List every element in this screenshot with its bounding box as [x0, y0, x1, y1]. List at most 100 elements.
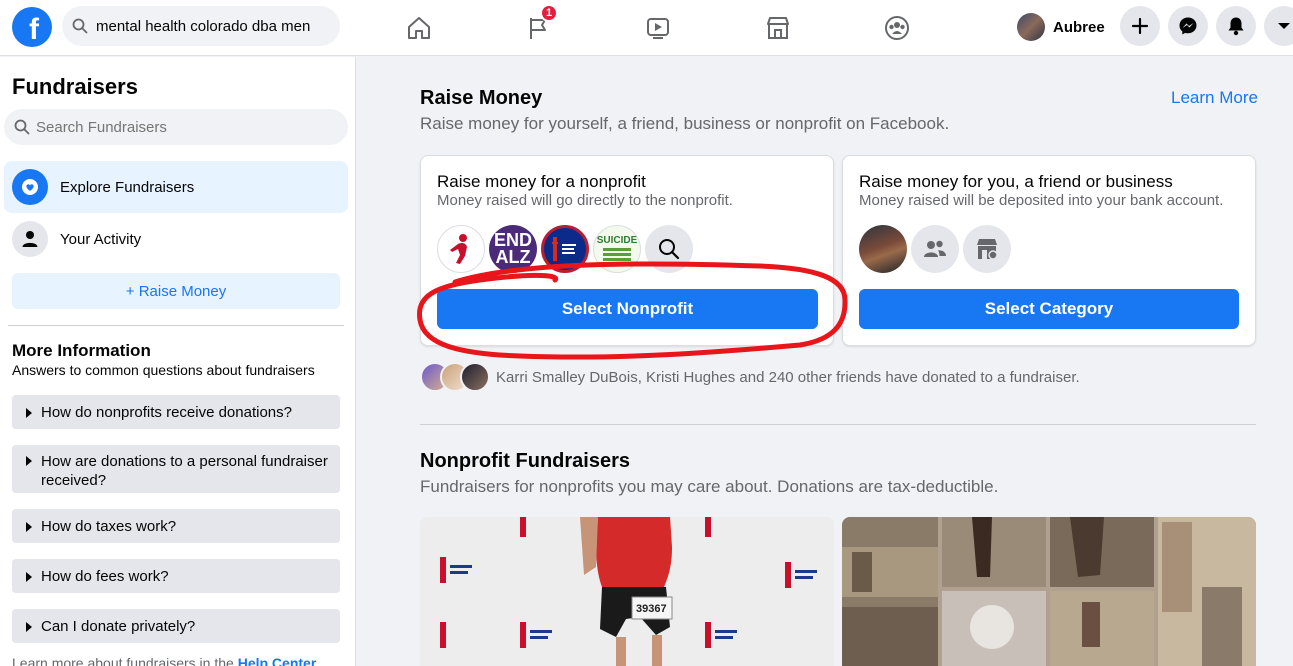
messenger-button[interactable] [1168, 6, 1208, 46]
notifications-button[interactable] [1216, 6, 1256, 46]
nonprofit-logo-row: END ALZ SUICIDE [437, 225, 697, 273]
home-nav-button[interactable] [399, 8, 439, 48]
global-search-box[interactable] [62, 6, 340, 46]
sidebar-title: Fundraisers [12, 74, 138, 99]
explore-fundraisers-icon-wrap [12, 169, 48, 205]
category-icon-row [859, 225, 1015, 273]
search-icon [14, 119, 30, 135]
avatar [1017, 13, 1045, 41]
personal-fundraiser-card: Raise money for you, a friend or busines… [842, 155, 1256, 346]
caret-right-icon [26, 572, 32, 582]
facebook-logo[interactable]: f [12, 7, 52, 47]
more-information-subtitle: Answers to common questions about fundra… [12, 362, 315, 378]
sidebar-item-explore-fundraisers[interactable]: Explore Fundraisers [4, 161, 348, 213]
american-cancer-society-logo[interactable] [541, 225, 589, 273]
nonprofit-fundraisers-heading: Nonprofit Fundraisers [420, 450, 631, 472]
sidebar-item-label: Explore Fundraisers [60, 178, 195, 196]
groups-icon [885, 16, 909, 40]
notification-badge: 1 [540, 4, 558, 22]
groups-nav-button[interactable] [877, 8, 917, 48]
help-center-footer: Learn more about fundraisers in the Help… [12, 655, 316, 666]
caret-right-icon [26, 408, 32, 418]
home-icon [408, 17, 430, 39]
collage-photo [842, 517, 1256, 666]
search-nonprofits-button[interactable] [645, 225, 693, 273]
caret-right-icon [26, 522, 32, 532]
learn-more-link[interactable]: Learn More [1171, 88, 1258, 108]
nonprofit-fundraiser-card: Raise money for a nonprofit Money raised… [420, 155, 834, 346]
fundraiser-search-box[interactable] [4, 109, 348, 145]
raise-money-heading: Raise Money [420, 87, 543, 109]
business-storefront-icon [977, 239, 998, 260]
faq-question: Can I donate privately? [41, 618, 196, 635]
fundraisers-sidebar: Fundraisers Explore Fundraisers Your Act… [0, 57, 356, 666]
card-title: Raise money for you, a friend or busines… [859, 172, 1173, 191]
profile-button[interactable]: Aubree [1014, 9, 1113, 45]
faq-item-fees[interactable]: How do fees work? [12, 559, 340, 593]
bell-icon [1228, 17, 1244, 36]
video-play-icon [647, 18, 669, 39]
more-information-heading: More Information [12, 341, 151, 360]
faq-item-taxes[interactable]: How do taxes work? [12, 509, 340, 543]
sidebar-item-your-activity[interactable]: Your Activity [4, 213, 348, 265]
lifeline-stripes-icon [603, 247, 631, 261]
suicide-prevention-lifeline-logo[interactable]: SUICIDE [593, 225, 641, 273]
global-search-input[interactable] [96, 17, 326, 35]
acs-sword-icon [552, 237, 576, 261]
fundraiser-photo-runner[interactable]: 39367 [420, 517, 834, 666]
profile-name: Aubree [1053, 18, 1105, 36]
pages-nav-button[interactable]: 1 [518, 4, 558, 48]
help-center-link[interactable]: Help Center [238, 655, 317, 666]
yourself-category-button[interactable] [859, 225, 907, 273]
facebook-logo-letter: f [29, 13, 39, 46]
card-subtitle: Money raised will go directly to the non… [437, 192, 733, 209]
faq-question: How do fees work? [41, 568, 169, 585]
friends-donated-row: Karri Smalley DuBois, Kristi Hughes and … [420, 362, 1080, 392]
friends-donated-text: Karri Smalley DuBois, Kristi Hughes and … [496, 368, 1080, 386]
business-category-button[interactable] [963, 225, 1011, 273]
account-menu-button[interactable] [1264, 6, 1293, 46]
section-divider [420, 424, 1256, 425]
select-category-button[interactable]: Select Category [859, 289, 1239, 329]
runner-photo [420, 517, 834, 666]
nonprofit-fundraisers-subtitle: Fundraisers for nonprofits you may care … [420, 477, 999, 496]
lifeline-logo-text: SUICIDE [596, 234, 638, 246]
friend-avatar [460, 362, 490, 392]
end-alz-logo-bottom: ALZ [495, 247, 531, 267]
faq-item-personal-donations[interactable]: How are donations to a personal fundrais… [12, 445, 340, 493]
faq-question: How do nonprofits receive donations? [41, 404, 292, 421]
select-nonprofit-button[interactable]: Select Nonprofit [437, 289, 818, 329]
search-icon [659, 239, 680, 260]
caret-right-icon [26, 622, 32, 632]
your-activity-icon-wrap [12, 221, 48, 257]
runner-bib-number: 39367 [636, 603, 667, 615]
fundraiser-search-input[interactable] [36, 118, 336, 136]
search-icon [72, 18, 88, 34]
st-jude-logo[interactable] [437, 225, 485, 273]
watch-nav-button[interactable] [638, 8, 678, 48]
st-jude-figure-icon [450, 234, 467, 264]
friend-category-button[interactable] [911, 225, 959, 273]
messenger-icon [1179, 17, 1197, 35]
card-subtitle: Money raised will be deposited into your… [859, 192, 1224, 209]
sidebar-item-label: Your Activity [60, 230, 142, 248]
plus-icon [1131, 17, 1149, 35]
faq-item-donate-privately[interactable]: Can I donate privately? [12, 609, 340, 643]
sidebar-divider [8, 325, 344, 326]
end-alz-logo[interactable]: END ALZ [489, 225, 537, 273]
marketplace-nav-button[interactable] [758, 8, 798, 48]
create-button[interactable] [1120, 6, 1160, 46]
top-navigation-bar: f 1 Aubree [0, 0, 1293, 56]
storefront-icon [767, 17, 789, 39]
raise-money-button[interactable]: + Raise Money [12, 273, 340, 309]
people-icon [924, 240, 946, 257]
faq-question: How do taxes work? [41, 518, 177, 535]
heart-in-hands-icon [22, 179, 38, 195]
chevron-down-icon [1278, 23, 1290, 29]
faq-item-nonprofit-donations[interactable]: How do nonprofits receive donations? [12, 395, 340, 429]
caret-right-icon [26, 456, 32, 466]
fundraiser-photo-collage[interactable] [842, 517, 1256, 666]
raise-money-subtitle: Raise money for yourself, a friend, busi… [420, 114, 950, 133]
faq-question: How are donations to a personal fundrais… [41, 453, 328, 489]
footer-text: Learn more about fundraisers in the [12, 655, 238, 666]
